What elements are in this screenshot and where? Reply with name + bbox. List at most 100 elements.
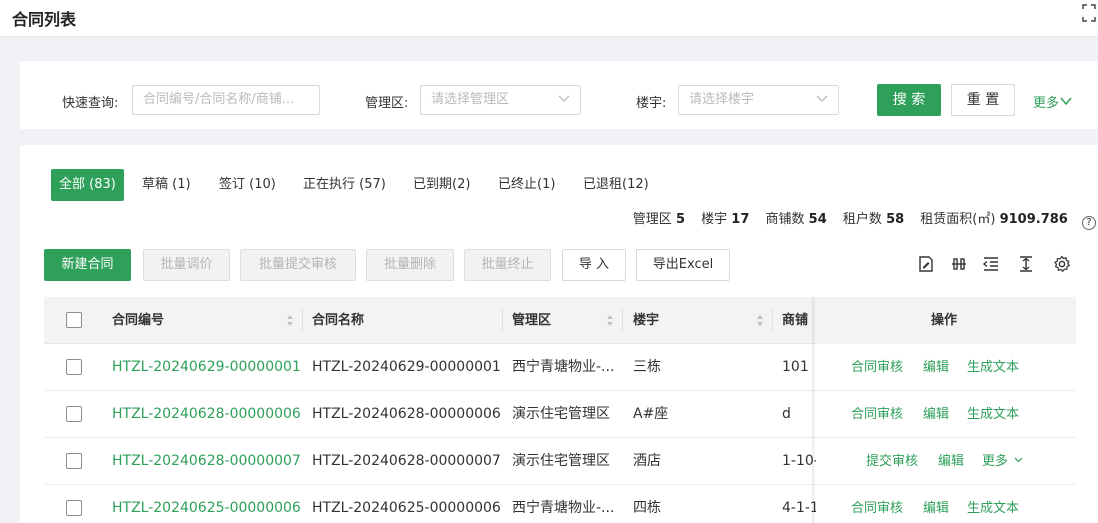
building-label: 楼宇: xyxy=(636,96,667,111)
area-select[interactable]: 请选择管理区 xyxy=(420,85,581,115)
contract-code-link[interactable]: HTZL-20240628-00000007 xyxy=(112,438,301,485)
building-name: 四栋 xyxy=(633,500,661,516)
sort-icon[interactable] xyxy=(756,314,764,327)
row-checkbox[interactable] xyxy=(66,500,82,516)
contract-code-link[interactable]: HTZL-20240625-00000006 xyxy=(112,485,301,523)
column-divider xyxy=(622,309,623,331)
stat-building-value: 17 xyxy=(731,212,750,227)
stat-tenant-value: 58 xyxy=(886,212,905,227)
stat-shop-label: 商铺数 xyxy=(765,212,805,227)
shop-name: 4-1-1 xyxy=(782,500,816,516)
gear-icon[interactable] xyxy=(1053,255,1071,273)
contract-name: HTZL-20240625-00000006 xyxy=(312,500,501,516)
contract-table: 合同编号 合同名称 管理区 楼宇 商铺 操作 HTZL-20240629-000… xyxy=(44,297,1076,523)
tab-executing[interactable]: 正在执行 (57) xyxy=(295,169,394,201)
area-label: 管理区: xyxy=(365,96,409,111)
table-row: HTZL-20240628-00000006 HTZL-20240628-000… xyxy=(44,391,1076,438)
batch-delete-button[interactable]: 批量删除 xyxy=(366,249,454,281)
row-checkbox[interactable] xyxy=(66,406,82,422)
export-excel-button[interactable]: 导出Excel xyxy=(636,249,730,281)
building-name: 酒店 xyxy=(633,453,661,469)
header-building[interactable]: 楼宇 xyxy=(633,297,659,344)
search-panel: 快速查询: 合同编号/合同名称/商铺... 管理区: 请选择管理区 楼宇: 请选… xyxy=(20,61,1098,129)
fullscreen-icon[interactable] xyxy=(1082,4,1096,22)
area-name: 演示住宅管理区 xyxy=(512,453,610,469)
submit-review-link[interactable]: 提交审核 xyxy=(866,438,918,485)
building-select-placeholder: 请选择楼宇 xyxy=(689,92,755,107)
chevron-down-icon xyxy=(816,95,828,102)
stats-summary: 管理区 5 楼宇 17 商铺数 54 租户数 58 租赁面积(㎡) 9109.7… xyxy=(633,208,1096,230)
new-contract-button[interactable]: 新建合同 xyxy=(44,249,131,281)
indent-icon[interactable] xyxy=(982,255,1000,273)
tab-expired[interactable]: 已到期(2) xyxy=(405,169,478,201)
column-settings-icon[interactable] xyxy=(950,255,968,273)
quick-search-label: 快速查询: xyxy=(62,96,119,111)
sort-icon[interactable] xyxy=(606,314,614,327)
header-code[interactable]: 合同编号 xyxy=(112,297,164,344)
stat-area-label: 管理区 xyxy=(632,212,672,227)
shop-name: 1-10- xyxy=(782,453,816,469)
edit-link[interactable]: 编辑 xyxy=(923,391,949,438)
contract-code-link[interactable]: HTZL-20240629-00000001 xyxy=(112,344,301,391)
batch-price-button[interactable]: 批量调价 xyxy=(143,249,230,281)
contract-name: HTZL-20240629-00000001 xyxy=(312,359,501,375)
generate-text-link[interactable]: 生成文本 xyxy=(967,344,1019,391)
review-contract-link[interactable]: 合同审核 xyxy=(851,391,903,438)
search-button[interactable]: 搜 索 xyxy=(877,84,941,116)
shop-name: 101 xyxy=(782,359,809,375)
header-name[interactable]: 合同名称 xyxy=(312,297,364,344)
contract-code-link[interactable]: HTZL-20240628-00000006 xyxy=(112,391,301,438)
table-row: HTZL-20240629-00000001 HTZL-20240629-000… xyxy=(44,344,1076,391)
review-contract-link[interactable]: 合同审核 xyxy=(851,344,903,391)
row-checkbox[interactable] xyxy=(66,359,82,375)
help-icon[interactable]: ? xyxy=(1082,216,1096,230)
stat-rent-label: 租赁面积(㎡) xyxy=(920,212,996,227)
review-contract-link[interactable]: 合同审核 xyxy=(851,485,903,523)
sort-icon[interactable] xyxy=(286,314,294,327)
tab-checked-out[interactable]: 已退租(12) xyxy=(575,169,657,201)
chevron-down-icon xyxy=(1014,457,1023,463)
building-name: A#座 xyxy=(633,406,669,422)
generate-text-link[interactable]: 生成文本 xyxy=(967,391,1019,438)
title-bar: 合同列表 xyxy=(0,0,1098,37)
edit-link[interactable]: 编辑 xyxy=(938,438,964,485)
header-area[interactable]: 管理区 xyxy=(512,297,551,344)
more-actions-dropdown[interactable]: 更多 xyxy=(982,438,1023,485)
table-row: HTZL-20240628-00000007 HTZL-20240628-000… xyxy=(44,438,1076,485)
more-actions-label: 更多 xyxy=(982,454,1009,469)
reset-button[interactable]: 重 置 xyxy=(951,84,1015,116)
edit-link[interactable]: 编辑 xyxy=(923,485,949,523)
select-all-checkbox[interactable] xyxy=(66,312,82,328)
quick-search-placeholder: 合同编号/合同名称/商铺... xyxy=(143,92,295,107)
more-filters-label: 更多 xyxy=(1033,96,1060,111)
table-row: HTZL-20240625-00000006 HTZL-20240625-000… xyxy=(44,485,1076,523)
batch-stop-button[interactable]: 批量终止 xyxy=(464,249,551,281)
building-select[interactable]: 请选择楼宇 xyxy=(678,85,839,115)
tab-draft[interactable]: 草稿 (1) xyxy=(134,169,199,201)
row-checkbox[interactable] xyxy=(66,453,82,469)
chevron-down-icon xyxy=(1060,97,1072,106)
area-name: 演示住宅管理区 xyxy=(512,406,610,422)
page-title: 合同列表 xyxy=(12,10,77,29)
edit-icon[interactable] xyxy=(917,255,935,273)
tab-all[interactable]: 全部 (83) xyxy=(51,169,124,201)
edit-link[interactable]: 编辑 xyxy=(923,344,949,391)
stat-area-value: 5 xyxy=(675,212,685,227)
more-filters-link[interactable]: 更多 xyxy=(1033,92,1072,111)
tab-terminated[interactable]: 已终止(1) xyxy=(490,169,563,201)
import-button[interactable]: 导 入 xyxy=(562,249,626,281)
batch-submit-button[interactable]: 批量提交审核 xyxy=(240,249,356,281)
quick-search-input[interactable]: 合同编号/合同名称/商铺... xyxy=(132,85,320,115)
generate-text-link[interactable]: 生成文本 xyxy=(967,485,1019,523)
stat-shop-value: 54 xyxy=(808,212,827,227)
area-select-placeholder: 请选择管理区 xyxy=(431,92,510,107)
stat-tenant-label: 租户数 xyxy=(842,212,882,227)
header-ops-cell: 操作 xyxy=(816,297,1076,344)
building-name: 三栋 xyxy=(633,359,661,375)
row-height-icon[interactable] xyxy=(1017,255,1035,273)
header-ops: 操作 xyxy=(931,313,958,328)
contract-name: HTZL-20240628-00000006 xyxy=(312,406,501,422)
column-divider xyxy=(772,309,773,331)
tab-signed[interactable]: 签订 (10) xyxy=(211,169,284,201)
header-shop[interactable]: 商铺 xyxy=(782,297,814,344)
